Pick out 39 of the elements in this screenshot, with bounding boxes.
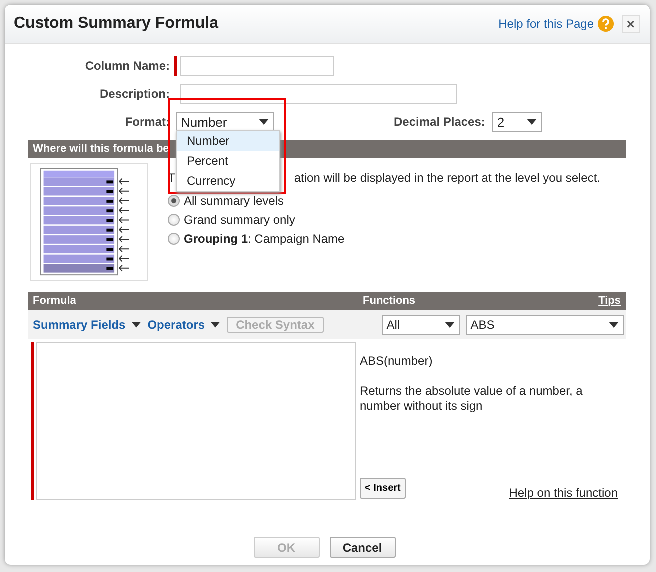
description-text: ation will be displayed in the report at the level you select. bbox=[294, 171, 601, 185]
help-icon[interactable] bbox=[598, 16, 614, 32]
caret-icon bbox=[444, 322, 455, 328]
dropdown-option[interactable]: Number bbox=[177, 131, 279, 151]
radio-button[interactable] bbox=[168, 232, 180, 244]
section-header: Functions bbox=[363, 294, 417, 309]
insert-button[interactable]: < Insert bbox=[360, 478, 406, 498]
radio-label: Grouping 1: Campaign Name bbox=[184, 232, 345, 246]
function-signature: ABS(number) bbox=[360, 354, 434, 368]
radio-label: All summary levels bbox=[184, 194, 284, 208]
menu-button[interactable]: Operators bbox=[148, 318, 220, 332]
caret-icon bbox=[608, 322, 619, 328]
close-button[interactable]: × bbox=[622, 15, 640, 33]
cancel-button[interactable]: Cancel bbox=[330, 537, 396, 558]
help-link[interactable]: Help on this function bbox=[509, 486, 618, 500]
menu-button[interactable]: Summary Fields bbox=[33, 318, 141, 332]
caret-icon bbox=[259, 119, 269, 125]
radio-button[interactable] bbox=[168, 194, 180, 206]
function-dropdown[interactable]: ABS bbox=[466, 314, 624, 334]
input-field[interactable] bbox=[180, 84, 457, 104]
function-description: Returns the absolute value of a number, a number without its sign bbox=[360, 384, 584, 414]
dialog-title: Custom Summary Formula bbox=[14, 15, 220, 33]
help-link[interactable]: Help for this Page bbox=[498, 17, 594, 31]
input-field[interactable] bbox=[180, 56, 334, 76]
field-label: Format: bbox=[124, 115, 171, 129]
radio-button[interactable] bbox=[168, 214, 180, 226]
field-label: Description: bbox=[98, 87, 171, 101]
tips-link[interactable]: Tips bbox=[598, 292, 621, 310]
format-dropdown[interactable]: Number bbox=[176, 112, 274, 132]
field-label: Column Name: bbox=[84, 59, 171, 73]
caret-icon bbox=[132, 322, 141, 328]
caret-icon bbox=[527, 119, 538, 125]
decimal-dropdown[interactable]: 2 bbox=[492, 112, 542, 132]
dropdown-option[interactable]: Currency bbox=[177, 171, 279, 191]
section-header: Formula bbox=[33, 294, 78, 309]
category-dropdown[interactable]: All bbox=[382, 314, 460, 334]
radio-label: Grand summary only bbox=[184, 212, 296, 226]
caret-icon bbox=[211, 322, 220, 328]
field-label: Decimal Places: bbox=[394, 115, 486, 129]
